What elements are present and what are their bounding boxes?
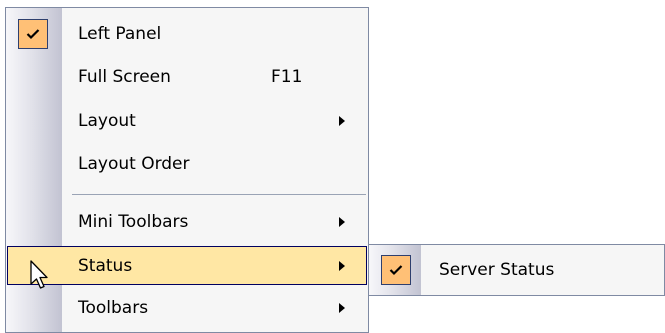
- menu-item-status[interactable]: Status: [7, 246, 367, 285]
- menu-item-label: Full Screen: [78, 67, 171, 87]
- mouse-pointer-icon: [30, 260, 50, 295]
- menu-item-label: Status: [78, 255, 133, 276]
- status-submenu: Server Status: [368, 244, 665, 296]
- menu-item-layout-order[interactable]: Layout Order: [6, 146, 368, 182]
- menu-separator: [72, 194, 366, 195]
- checkmark-icon: [381, 255, 411, 285]
- submenu-arrow-icon: [339, 116, 345, 126]
- submenu-arrow-icon: [339, 260, 345, 271]
- menu-item-mini-toolbars[interactable]: Mini Toolbars: [6, 204, 368, 240]
- menu-item-toolbars[interactable]: Toolbars: [6, 290, 368, 326]
- menu-item-label: Toolbars: [78, 298, 149, 318]
- menu-item-label: Server Status: [439, 260, 555, 280]
- menu-item-label: Left Panel: [78, 24, 162, 44]
- checkmark-icon: [18, 19, 48, 49]
- menu-item-full-screen[interactable]: Full Screen F11: [6, 59, 368, 95]
- menu-item-label: Mini Toolbars: [78, 212, 189, 232]
- menu-item-layout[interactable]: Layout: [6, 103, 368, 139]
- submenu-arrow-icon: [339, 217, 345, 227]
- menu-item-server-status[interactable]: Server Status: [369, 252, 664, 288]
- menu-item-label: Layout Order: [78, 154, 190, 174]
- submenu-arrow-icon: [339, 303, 345, 313]
- view-menu: Left Panel Full Screen F11 Layout Layout…: [5, 7, 369, 333]
- menu-item-label: Layout: [78, 111, 136, 131]
- menu-item-shortcut: F11: [271, 67, 303, 87]
- menu-item-left-panel[interactable]: Left Panel: [6, 16, 368, 52]
